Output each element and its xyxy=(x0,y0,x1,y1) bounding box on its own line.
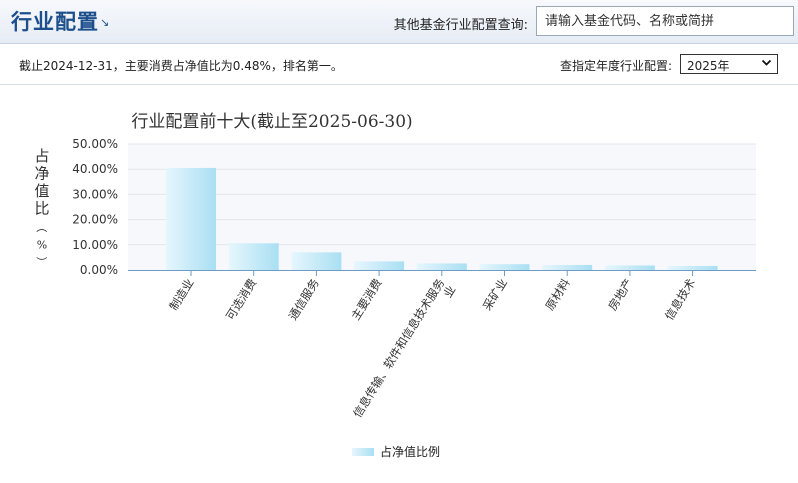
bar[interactable] xyxy=(416,263,467,270)
x-tick-label: 可选消费 xyxy=(223,276,259,322)
y-tick-label: 20.00% xyxy=(72,213,118,227)
x-tick-label: 制造业 xyxy=(166,276,196,313)
y-tick-label: 30.00% xyxy=(72,187,118,201)
summary-text: 截止2024-12-31，主要消费占净值比为0.48%，排名第一。 xyxy=(19,59,343,73)
y-tick-label: 10.00% xyxy=(72,238,118,252)
industry-allocation-chart: 行业配置前十大(截止至2025-06-30) 0.00% 10.00% 20.00% 3… xyxy=(34,112,756,459)
year-select-value: 2025年 xyxy=(687,59,730,73)
y-axis-label: （ xyxy=(35,222,48,233)
x-tick-label: 原材料 xyxy=(543,276,573,313)
expand-arrow-icon[interactable]: ↘ xyxy=(100,16,109,29)
y-tick-label: 0.00% xyxy=(80,263,118,277)
y-axis-label: 值 xyxy=(34,182,49,200)
year-select[interactable]: 2025年 xyxy=(680,54,778,74)
y-axis-label: % xyxy=(37,239,47,252)
bar[interactable] xyxy=(354,261,405,270)
bar[interactable] xyxy=(667,265,718,270)
bar[interactable] xyxy=(291,252,342,270)
x-tick-label: 采矿业 xyxy=(480,276,510,313)
search-label: 其他基金行业配置查询: xyxy=(393,18,528,33)
bar[interactable] xyxy=(228,243,279,270)
bar[interactable] xyxy=(542,264,593,270)
fund-search-input[interactable] xyxy=(536,6,794,36)
x-tick-label: 房地产 xyxy=(605,276,635,313)
info-bar: 截止2024-12-31，主要消费占净值比为0.48%，排名第一。 查指定年度行… xyxy=(0,44,798,85)
y-axis-label: 占 xyxy=(34,147,49,165)
chevron-down-icon xyxy=(761,55,772,74)
y-axis-label: ） xyxy=(35,257,48,268)
y-tick-label: 40.00% xyxy=(72,162,118,176)
x-tick-label: 主要消费 xyxy=(348,276,384,322)
chart-title: 行业配置前十大(截止至2025-06-30) xyxy=(131,112,412,132)
y-axis-label: 比 xyxy=(34,200,49,218)
x-tick-label: 通信服务 xyxy=(286,276,323,323)
legend-swatch xyxy=(352,448,374,456)
header-bar: 行业配置 ↘ 其他基金行业配置查询: xyxy=(0,0,798,44)
x-tick-label: 信息技术 xyxy=(662,276,699,323)
year-select-label: 查指定年度行业配置: xyxy=(560,59,673,73)
bar[interactable] xyxy=(604,265,655,270)
y-axis-label: 净 xyxy=(34,165,49,183)
legend-label: 占净值比例 xyxy=(380,444,440,459)
bar[interactable] xyxy=(479,264,530,270)
plot-area xyxy=(128,144,756,270)
bar[interactable] xyxy=(166,167,216,270)
y-tick-label: 50.00% xyxy=(72,137,118,151)
page-title: 行业配置 xyxy=(11,10,99,34)
